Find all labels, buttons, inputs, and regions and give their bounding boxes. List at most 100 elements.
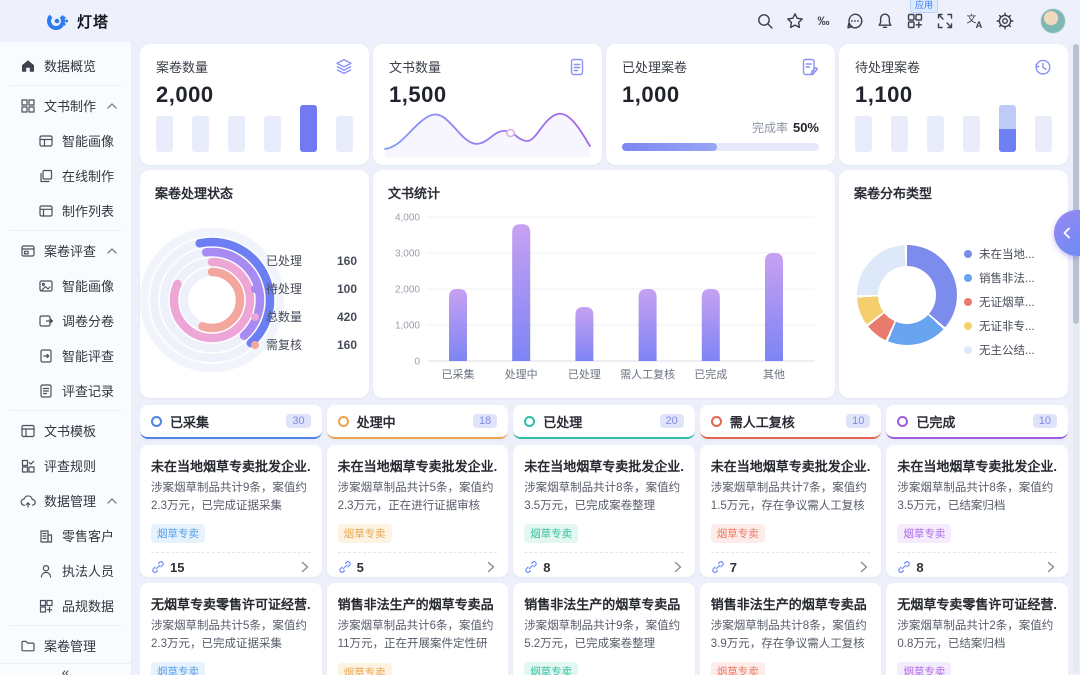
sidebar-item-label: 智能画像 xyxy=(62,131,114,150)
chevron-right-icon[interactable] xyxy=(858,560,870,574)
legend-item: 需复核 160 xyxy=(251,336,357,353)
search-icon[interactable] xyxy=(750,7,780,35)
page-scrollbar[interactable] xyxy=(1073,44,1079,673)
sidebar-item-retail-customers[interactable]: 零售客户 xyxy=(0,518,131,553)
link-count: 7 xyxy=(730,560,737,575)
sidebar-item-review-records[interactable]: 评查记录 xyxy=(0,373,131,408)
kanban-card[interactable]: 销售非法生产的烟草专卖品 涉案烟草制品共计9条，案值约5.2万元，已完成案卷整理… xyxy=(513,583,695,675)
mini-bar xyxy=(336,116,353,152)
sidebar-divider xyxy=(10,85,121,86)
sidebar-item-data-manage[interactable]: 数据管理 xyxy=(0,483,131,518)
stat-card-1: 文书数量 1,500 xyxy=(373,44,602,165)
kanban-card[interactable]: 销售非法生产的烟草专卖品 涉案烟草制品共计8条，案值约3.9万元，存在争议需人工… xyxy=(700,583,882,675)
stats-row: 案卷数量 2,000 文书数量 1,500 已处理案卷 1,000 完成率50% xyxy=(140,44,1068,165)
message-icon[interactable] xyxy=(840,7,870,35)
logo-icon xyxy=(46,9,70,33)
doc-icon xyxy=(38,383,54,399)
shop-icon xyxy=(38,528,54,544)
settings-icon[interactable] xyxy=(990,7,1020,35)
legend-dot xyxy=(964,250,972,258)
sidebar-item-law-officers[interactable]: 执法人员 xyxy=(0,553,131,588)
folder-icon xyxy=(20,638,36,654)
sidebar-item-smart-review[interactable]: 智能评查 xyxy=(0,338,131,373)
mini-line-chart xyxy=(383,103,592,157)
card-description: 涉案烟草制品共计5条，案值约2.3万元，已完成证据采集 xyxy=(151,618,311,654)
kanban-card[interactable]: 未在当地烟草专卖批发企业... 涉案烟草制品共计8条，案值约3.5万元，已结案归… xyxy=(886,445,1068,577)
sidebar-item-data-overview[interactable]: 数据概览 xyxy=(0,48,131,83)
doc-edit-icon xyxy=(800,57,820,77)
export-icon xyxy=(38,313,54,329)
apps-icon[interactable]: 应用 xyxy=(900,7,930,35)
kanban-card[interactable]: 销售非法生产的烟草专卖品 涉案烟草制品共计6条，案值约11万元，正在开展案件定性… xyxy=(327,583,509,675)
pages-icon xyxy=(38,168,54,184)
user-avatar[interactable] xyxy=(1040,8,1066,34)
link-count: 5 xyxy=(357,560,364,575)
link-count: 8 xyxy=(543,560,550,575)
kanban-column-header-processed: 已处理 20 xyxy=(513,405,695,439)
sidebar-item-product-data[interactable]: 品规数据 xyxy=(0,588,131,623)
permille-icon[interactable]: ‰ xyxy=(810,7,840,35)
kanban-card[interactable]: 未在当地烟草专卖批发企业... 涉案烟草制品共计5条，案值约2.3万元，正在进行… xyxy=(327,445,509,577)
chevron-left-icon xyxy=(1062,227,1072,239)
sidebar-item-file-split[interactable]: 调卷分卷 xyxy=(0,303,131,338)
card-description: 涉案烟草制品共计6条，案值约11万元，正在开展案件定性研讨 xyxy=(338,618,498,655)
bar-chart: 01,0002,0003,0004,000已采集处理中已处理需人工复核已完成其他 xyxy=(373,170,835,398)
column-label: 已处理 xyxy=(543,412,582,431)
translate-icon[interactable]: 文A xyxy=(960,7,990,35)
notification-icon[interactable] xyxy=(870,7,900,35)
chevron-right-icon[interactable] xyxy=(672,560,684,574)
chart-title: 案卷处理状态 xyxy=(155,183,233,202)
chevron-up-icon[interactable] xyxy=(107,248,117,254)
mini-bar xyxy=(891,116,908,152)
sidebar-item-label: 评查规则 xyxy=(44,456,96,475)
fullscreen-icon[interactable] xyxy=(930,7,960,35)
sidebar-item-review-rules[interactable]: 评查规则 xyxy=(0,448,131,483)
kanban-card[interactable]: 未在当地烟草专卖批发企业... 涉案烟草制品共计7条，案值约1.5万元，存在争议… xyxy=(700,445,882,577)
sidebar-item-online-create[interactable]: 在线制作 xyxy=(0,158,131,193)
legend-item: 已处理 160 xyxy=(251,252,357,269)
layout-icon xyxy=(38,133,54,149)
links-group: 7 xyxy=(711,560,737,575)
sidebar-collapse-button[interactable]: « xyxy=(0,663,131,675)
legend-dot xyxy=(964,346,972,354)
chevron-right-icon[interactable] xyxy=(299,560,311,574)
sidebar-item-case-manage[interactable]: 案卷管理 xyxy=(0,628,131,663)
sidebar-item-case-review[interactable]: 案卷评查 xyxy=(0,233,131,268)
chevron-up-icon[interactable] xyxy=(107,498,117,504)
links-group: 8 xyxy=(524,560,550,575)
kanban-column-header-completed: 已完成 10 xyxy=(886,405,1068,439)
chevron-right-icon[interactable] xyxy=(485,560,497,574)
document-icon xyxy=(567,57,587,77)
kanban-card[interactable]: 未在当地烟草专卖批发企业... 涉案烟草制品共计8条，案值约3.5万元，已完成案… xyxy=(513,445,695,577)
favorite-icon[interactable] xyxy=(780,7,810,35)
sidebar-item-label: 在线制作 xyxy=(62,166,114,185)
file-out-icon xyxy=(38,348,54,364)
kanban-cards-row-2: 无烟草专卖零售许可证经营... 涉案烟草制品共计5条，案值约2.3万元，已完成证… xyxy=(140,583,1068,675)
kanban-column-header-manual-review: 需人工复核 10 xyxy=(700,405,882,439)
sidebar-item-label: 评查记录 xyxy=(62,381,114,400)
status-ring-icon xyxy=(151,416,162,427)
sidebar-item-doc-template[interactable]: 文书模板 xyxy=(0,413,131,448)
chevron-up-icon[interactable] xyxy=(107,103,117,109)
card-title: 未在当地烟草专卖批发企业... xyxy=(338,456,498,475)
scrollbar-thumb[interactable] xyxy=(1073,44,1079,324)
sidebar-item-create-list[interactable]: 制作列表 xyxy=(0,193,131,228)
kanban-card[interactable]: 未在当地烟草专卖批发企业... 涉案烟草制品共计9条，案值约2.3万元，已完成证… xyxy=(140,445,322,577)
mini-bar xyxy=(228,116,245,152)
card-description: 涉案烟草制品共计2条，案值约0.8万元，已结案归档 xyxy=(897,618,1057,654)
card-description: 涉案烟草制品共计8条，案值约3.9万元，存在争议需人工复核 xyxy=(711,618,871,654)
sidebar-item-smart-profile-case[interactable]: 智能画像 xyxy=(0,268,131,303)
chevron-right-icon[interactable] xyxy=(1045,560,1057,574)
card-title: 无烟草专卖零售许可证经营... xyxy=(151,594,311,613)
mini-bar xyxy=(1035,116,1052,152)
kanban-card[interactable]: 无烟草专卖零售许可证经营... 涉案烟草制品共计2条，案值约0.8万元，已结案归… xyxy=(886,583,1068,675)
chart-case-types-card: 案卷分布类型 未在当地... 销售非法... 无证烟草... 无证非专... 无… xyxy=(839,170,1068,398)
kanban-card[interactable]: 无烟草专卖零售许可证经营... 涉案烟草制品共计5条，案值约2.3万元，已完成证… xyxy=(140,583,322,675)
kanban-column-header-processing: 处理中 18 xyxy=(327,405,509,439)
sidebar-item-smart-profile-doc[interactable]: 智能画像 xyxy=(0,123,131,158)
sidebar-item-doc-create[interactable]: 文书制作 xyxy=(0,88,131,123)
card-title: 无烟草专卖零售许可证经营... xyxy=(897,594,1057,613)
card-tag: 烟草专卖 xyxy=(711,662,765,675)
svg-text:已处理: 已处理 xyxy=(568,368,601,381)
sidebar-item-label: 案卷管理 xyxy=(44,636,96,655)
